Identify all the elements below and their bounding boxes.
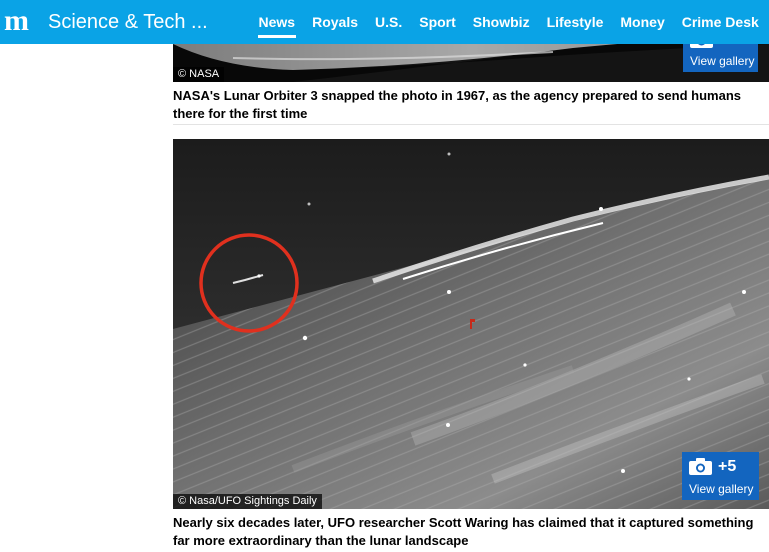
image-caption-2: Nearly six decades later, UFO researcher… bbox=[173, 515, 754, 548]
nav-item-royals[interactable]: Royals bbox=[304, 0, 367, 44]
photo-credit: © NASA bbox=[173, 67, 225, 82]
svg-text:m: m bbox=[4, 7, 29, 35]
daily-mail-logo[interactable]: m bbox=[4, 7, 34, 35]
nav-item-money[interactable]: Money bbox=[612, 0, 673, 44]
nav-item-news[interactable]: News bbox=[250, 0, 304, 44]
lunar-photo-2 bbox=[173, 139, 769, 509]
image-caption-1: NASA's Lunar Orbiter 3 snapped the photo… bbox=[173, 88, 741, 121]
nav-item-lifestyle[interactable]: Lifestyle bbox=[538, 0, 612, 44]
section-title[interactable]: Science & Tech ... bbox=[48, 10, 208, 34]
top-nav-bar: m Science & Tech ... News Royals U.S. Sp… bbox=[0, 0, 769, 44]
main-nav: News Royals U.S. Sport Showbiz Lifestyle… bbox=[250, 0, 767, 44]
camera-icon bbox=[689, 458, 712, 475]
view-gallery-label: View gallery bbox=[690, 54, 755, 68]
gallery-count: +5 bbox=[718, 458, 737, 475]
nav-item-showbiz[interactable]: Showbiz bbox=[464, 0, 538, 44]
nav-item-us[interactable]: U.S. bbox=[367, 0, 411, 44]
nav-item-sport[interactable]: Sport bbox=[411, 0, 465, 44]
gallery-count-row: +5 bbox=[688, 457, 736, 476]
photo-credit: © Nasa/UFO Sightings Daily bbox=[173, 494, 322, 509]
view-gallery-button[interactable]: +5 View gallery bbox=[682, 452, 759, 500]
caption-divider bbox=[173, 124, 769, 125]
nav-item-crime-desk[interactable]: Crime Desk bbox=[673, 0, 767, 44]
view-gallery-label: View gallery bbox=[689, 482, 754, 496]
article-image-2[interactable]: © Nasa/UFO Sightings Daily +5 View galle… bbox=[173, 139, 769, 509]
